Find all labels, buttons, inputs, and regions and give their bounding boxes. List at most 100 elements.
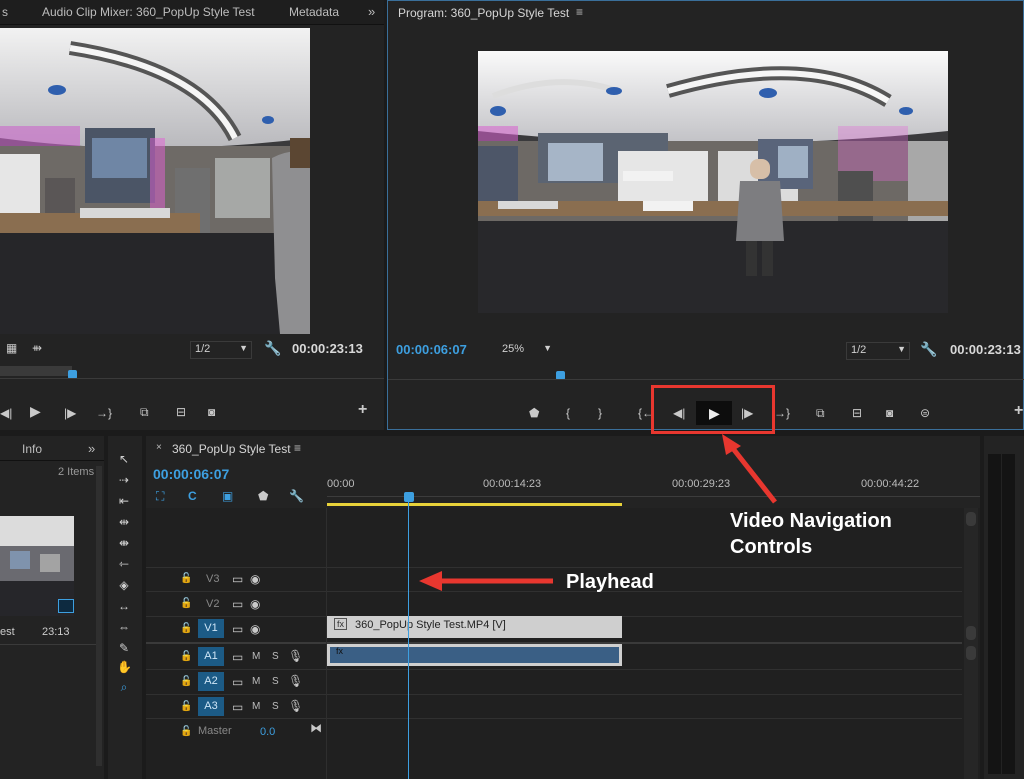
source-patch-a1[interactable]: A1 xyxy=(198,647,224,666)
lock-icon[interactable]: 🔓 xyxy=(180,650,192,664)
lock-icon[interactable]: 🔓 xyxy=(180,622,192,636)
solo-button[interactable]: S xyxy=(272,651,279,662)
camera-icon[interactable]: ◙ xyxy=(886,406,893,420)
go-to-end-icon[interactable]: ⧓ xyxy=(310,721,322,735)
add-marker-icon[interactable]: ⬟ xyxy=(529,406,539,420)
program-video-frame[interactable] xyxy=(478,51,948,313)
sequence-tab[interactable]: 360_PopUp Style Test xyxy=(172,442,291,456)
panel-menu-icon[interactable]: ≡ xyxy=(576,5,583,19)
sync-lock-icon[interactable]: ▭ xyxy=(232,650,243,664)
audio-waveform-icon[interactable]: ⇻ xyxy=(32,341,42,355)
source-video-frame[interactable] xyxy=(0,28,310,334)
tab-fragment[interactable]: s xyxy=(2,5,8,19)
eye-icon[interactable]: ◉ xyxy=(250,622,260,636)
wrench-icon[interactable]: 🔧 xyxy=(264,341,281,355)
mark-in-icon[interactable]: { xyxy=(566,406,570,420)
wrench-icon[interactable]: 🔧 xyxy=(920,342,937,356)
work-area-bar[interactable] xyxy=(327,503,622,506)
camera-icon[interactable]: ◙ xyxy=(208,405,215,419)
overflow-chevron-icon[interactable]: » xyxy=(88,441,95,456)
snap-icon[interactable]: C xyxy=(188,489,197,503)
overflow-chevron-icon[interactable]: » xyxy=(368,4,375,19)
audio-clip[interactable]: fx xyxy=(327,644,622,666)
microphone-icon[interactable]: 🎙 xyxy=(288,674,303,688)
pen-tool-icon[interactable]: ⇔ xyxy=(117,620,131,634)
lock-icon[interactable]: 🔓 xyxy=(180,700,192,714)
program-monitor-title[interactable]: Program: 360_PopUp Style Test xyxy=(398,6,569,20)
timeline-playhead[interactable] xyxy=(404,492,414,502)
timeline-settings-wrench-icon[interactable]: 🔧 xyxy=(289,489,304,503)
step-back-icon[interactable]: ◀| xyxy=(0,406,12,420)
sync-lock-icon[interactable]: ▭ xyxy=(232,622,243,636)
track-v2-label[interactable]: V2 xyxy=(206,598,219,610)
source-scrub-bar[interactable] xyxy=(0,364,384,384)
slide-tool-icon[interactable]: ↔ xyxy=(117,599,131,613)
time-ruler[interactable]: 00:00 00:00:14:23 00:00:29:23 00:00:44:2… xyxy=(327,472,980,508)
master-volume-value[interactable]: 0.0 xyxy=(260,726,275,738)
solo-button[interactable]: S xyxy=(272,701,279,712)
microphone-icon[interactable]: 🎙 xyxy=(288,649,303,663)
sync-lock-icon[interactable]: ▭ xyxy=(232,572,243,586)
vr-video-icon[interactable]: ⊜ xyxy=(920,406,930,420)
add-button-icon[interactable]: + xyxy=(358,402,367,418)
lock-icon[interactable]: 🔓 xyxy=(180,597,192,611)
magnifier-tool-icon[interactable]: ⌕ xyxy=(117,680,131,695)
ruler-label-3: 00:00:44:22 xyxy=(861,478,920,490)
tab-metadata[interactable]: Metadata xyxy=(289,5,339,19)
panel-menu-icon[interactable]: ≡ xyxy=(294,441,301,455)
mute-button[interactable]: M xyxy=(252,651,260,662)
insert-icon[interactable]: ⧉ xyxy=(140,405,149,419)
source-resolution-dropdown[interactable]: 1/2 ▼ xyxy=(190,341,252,359)
linked-selection-icon[interactable]: ▣ xyxy=(222,489,233,503)
track-select-tool-icon[interactable]: ⇢ xyxy=(117,473,131,487)
lock-icon[interactable]: 🔓 xyxy=(180,675,192,689)
program-resolution-dropdown[interactable]: 1/2 ▼ xyxy=(846,342,910,360)
video-clip[interactable]: fx 360_PopUp Style Test.MP4 [V] xyxy=(327,616,622,638)
tab-info[interactable]: Info xyxy=(22,442,42,456)
sync-lock-icon[interactable]: ▭ xyxy=(232,675,243,689)
zoom-tool-icon[interactable]: ✋ xyxy=(117,660,132,674)
add-button-icon[interactable]: + xyxy=(1014,403,1023,419)
mute-button[interactable]: M xyxy=(252,701,260,712)
mute-button[interactable]: M xyxy=(252,676,260,687)
source-patch-a3[interactable]: A3 xyxy=(198,697,224,716)
solo-button[interactable]: S xyxy=(272,676,279,687)
program-scrub-bar[interactable] xyxy=(388,365,1024,385)
program-timecode[interactable]: 00:00:06:07 xyxy=(396,342,467,357)
timeline-timecode[interactable]: 00:00:06:07 xyxy=(153,466,229,482)
eye-icon[interactable]: ◉ xyxy=(250,572,260,586)
zoom-dropdown[interactable]: 25% ▼ xyxy=(498,342,558,358)
rolling-edit-tool-icon[interactable]: ⇹ xyxy=(117,515,131,529)
film-strip-icon[interactable]: ▦ xyxy=(6,341,17,355)
hand-tool-icon[interactable]: ✎ xyxy=(117,641,131,655)
timeline-vertical-scrollbar[interactable] xyxy=(964,508,978,779)
sync-lock-icon[interactable]: ▭ xyxy=(232,700,243,714)
ripple-edit-tool-icon[interactable]: ⇤ xyxy=(117,494,131,508)
nest-icon[interactable]: ⛶ xyxy=(156,489,164,503)
lift-icon[interactable]: ⧉ xyxy=(816,406,825,420)
clip-name[interactable]: est xyxy=(0,626,15,638)
overwrite-icon[interactable]: ⊟ xyxy=(176,405,186,419)
source-patch-v1[interactable]: V1 xyxy=(198,619,224,638)
rate-stretch-tool-icon[interactable]: ⇼ xyxy=(117,536,131,550)
go-to-out-icon[interactable]: →} xyxy=(96,406,112,420)
eye-icon[interactable]: ◉ xyxy=(250,597,260,611)
extract-icon[interactable]: ⊟ xyxy=(852,406,862,420)
close-icon[interactable]: × xyxy=(156,442,162,453)
selection-tool-icon[interactable]: ↖ xyxy=(117,452,131,466)
add-marker-icon[interactable]: ⬟ xyxy=(258,489,268,503)
track-v3-label[interactable]: V3 xyxy=(206,573,219,585)
mark-out-icon[interactable]: } xyxy=(598,406,602,420)
slip-tool-icon[interactable]: ◈ xyxy=(117,578,131,592)
microphone-icon[interactable]: 🎙 xyxy=(288,699,303,713)
tab-audio-clip-mixer[interactable]: Audio Clip Mixer: 360_PopUp Style Test xyxy=(42,5,255,19)
step-forward-icon[interactable]: |▶ xyxy=(64,406,76,420)
lock-icon[interactable]: 🔓 xyxy=(180,725,192,739)
play-icon[interactable]: ▶ xyxy=(30,404,41,418)
sync-lock-icon[interactable]: ▭ xyxy=(232,597,243,611)
lock-icon[interactable]: 🔓 xyxy=(180,572,192,586)
project-scrollbar[interactable] xyxy=(96,466,102,766)
razor-tool-icon[interactable]: ⇽ xyxy=(117,557,131,571)
source-patch-a2[interactable]: A2 xyxy=(198,672,224,691)
go-to-out-icon[interactable]: →} xyxy=(774,406,790,420)
